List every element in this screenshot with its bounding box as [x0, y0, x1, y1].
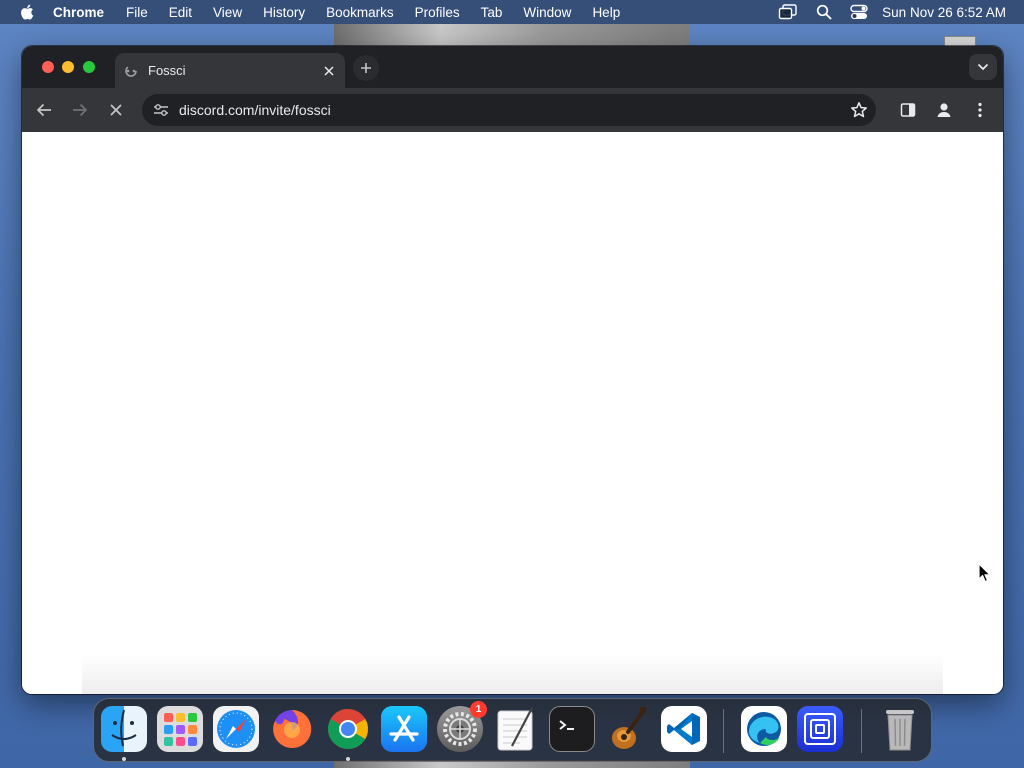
new-tab-button[interactable]	[353, 55, 379, 81]
menu-profiles[interactable]: Profiles	[415, 5, 460, 20]
system-settings-badge: 1	[470, 701, 487, 718]
back-button[interactable]	[32, 98, 56, 122]
stop-loading-button[interactable]	[104, 98, 128, 122]
menu-help[interactable]: Help	[592, 5, 620, 20]
close-icon	[110, 104, 122, 116]
menu-bar-clock[interactable]: Sun Nov 26 6:52 AM	[882, 5, 1006, 20]
kebab-menu-icon	[978, 102, 982, 118]
finder-icon[interactable]	[101, 706, 147, 752]
menu-bookmarks[interactable]: Bookmarks	[326, 5, 394, 20]
address-bar[interactable]: discord.com/invite/fossci	[142, 94, 876, 126]
trash-icon[interactable]	[877, 706, 923, 752]
tab-active[interactable]: Fossci	[115, 53, 345, 88]
chrome-running-indicator	[346, 757, 350, 761]
menu-bar: Chrome File Edit View History Bookmarks …	[0, 0, 1024, 24]
safari-icon[interactable]	[213, 706, 259, 752]
menu-app-name[interactable]: Chrome	[53, 5, 104, 20]
app-store-icon[interactable]	[381, 706, 427, 752]
dock-separator-trash	[861, 709, 862, 753]
address-bar-url[interactable]: discord.com/invite/fossci	[179, 102, 848, 118]
dock-separator	[723, 709, 724, 753]
control-center-icon[interactable]	[850, 4, 868, 20]
bookmark-star-icon[interactable]	[848, 99, 870, 121]
chrome-menu-button[interactable]	[968, 98, 992, 122]
window-zoom-button[interactable]	[83, 61, 95, 73]
forward-button[interactable]	[68, 98, 92, 122]
browser-toolbar: discord.com/invite/fossci	[22, 88, 1003, 132]
chrome-icon[interactable]	[325, 706, 371, 752]
chrome-window: Fossci discord.com/invite/fossci	[22, 46, 1003, 694]
screen-mirroring-icon[interactable]	[778, 4, 798, 20]
arrow-left-icon	[36, 103, 51, 117]
finder-running-indicator	[122, 757, 126, 761]
menu-window[interactable]: Window	[523, 5, 571, 20]
arrow-right-icon	[73, 103, 88, 117]
page-viewport[interactable]	[22, 132, 1003, 694]
tab-loading-icon	[125, 64, 137, 77]
desktop-wallpaper-photo	[334, 24, 690, 48]
spotlight-search-icon[interactable]	[816, 4, 832, 20]
site-settings-icon[interactable]	[152, 101, 170, 119]
textedit-icon[interactable]	[493, 706, 539, 752]
firefox-icon[interactable]	[269, 706, 315, 752]
window-minimize-button[interactable]	[62, 61, 74, 73]
launchpad-icon[interactable]	[157, 706, 203, 752]
menu-bar-status-area: Sun Nov 26 6:52 AM	[760, 0, 1006, 24]
dock: 1	[93, 698, 932, 762]
edge-icon[interactable]	[741, 706, 787, 752]
page-bottom-shadow	[82, 654, 943, 694]
menu-tab[interactable]: Tab	[481, 5, 503, 20]
tab-title: Fossci	[148, 63, 186, 78]
tab-search-button[interactable]	[969, 54, 997, 80]
terminal-icon[interactable]	[549, 706, 595, 752]
menu-view[interactable]: View	[213, 5, 242, 20]
garageband-icon[interactable]	[605, 706, 651, 752]
window-close-button[interactable]	[42, 61, 54, 73]
system-settings-icon[interactable]: 1	[437, 701, 487, 752]
profile-button[interactable]	[932, 98, 956, 122]
chevron-down-icon	[977, 63, 989, 71]
menu-edit[interactable]: Edit	[169, 5, 192, 20]
vscode-icon[interactable]	[661, 706, 707, 752]
mouse-cursor-icon	[978, 563, 991, 583]
apple-icon[interactable]	[20, 4, 34, 20]
tab-close-icon[interactable]	[319, 61, 339, 81]
side-panel-button[interactable]	[896, 98, 920, 122]
side-panel-icon	[900, 103, 916, 117]
screen-app-icon[interactable]	[797, 706, 843, 752]
tab-strip: Fossci	[22, 46, 1003, 88]
profile-avatar-icon	[937, 103, 951, 117]
menu-history[interactable]: History	[263, 5, 305, 20]
plus-icon	[361, 63, 371, 73]
menu-file[interactable]: File	[126, 5, 148, 20]
